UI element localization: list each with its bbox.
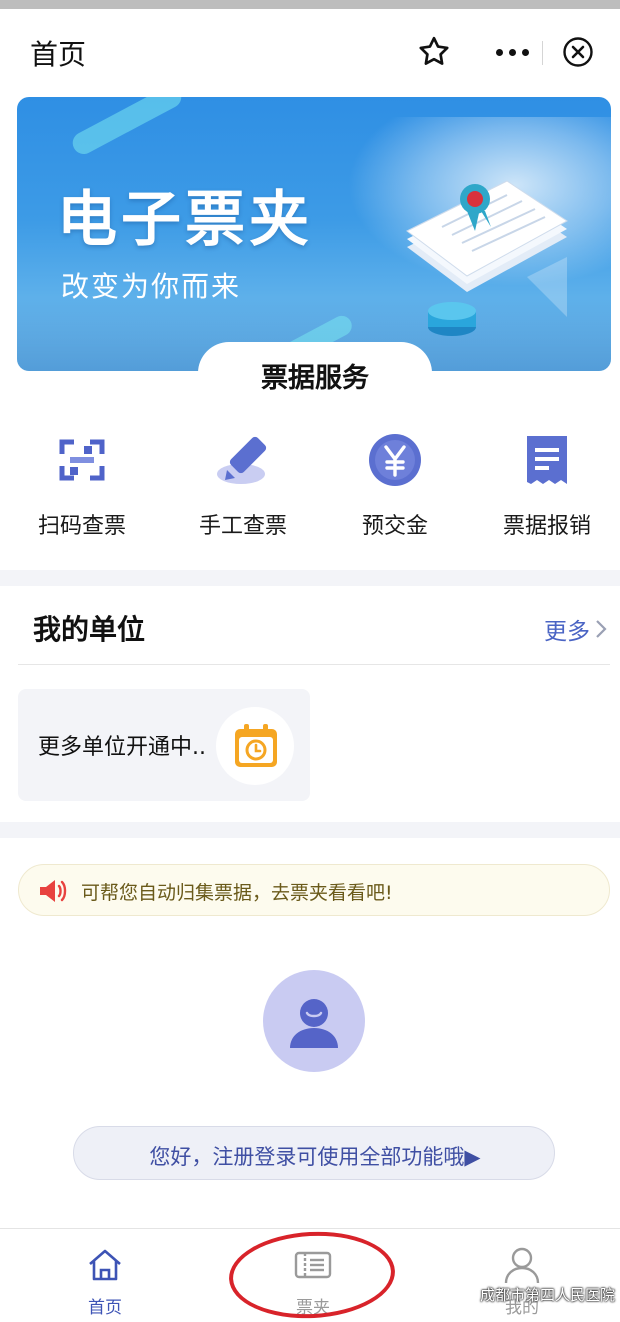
register-login-label: 您好，注册登录可使用全部功能哦▶ (149, 1145, 481, 1169)
banner-subtitle: 改变为你而来 (61, 270, 242, 303)
promo-banner[interactable]: 电子票夹 改变为你而来 (17, 97, 611, 371)
my-units-header: 我的单位 更多 (0, 586, 620, 666)
service-reimbursement[interactable]: 票据报销 (467, 430, 620, 550)
banner-stripe-decoration (68, 97, 186, 158)
watermark-text: 成都市第四人民医院 (480, 1286, 616, 1304)
service-label: 手工查票 (198, 514, 287, 539)
person-icon (504, 1247, 540, 1284)
units-more-label: 更多 (544, 619, 590, 645)
service-label: 票据报销 (502, 514, 591, 539)
unit-card[interactable]: 更多单位开通中.. (18, 689, 310, 801)
banner-title: 电子票夹 (57, 185, 313, 255)
notice-bar[interactable]: 可帮您自动归集票据，去票夹看看吧! (18, 864, 610, 916)
document-certificate-illustration (406, 180, 568, 336)
mini-program-navbar: 首页 (0, 9, 620, 91)
pen-edit-icon (217, 436, 267, 484)
more-dots-icon[interactable] (490, 37, 534, 67)
yen-coin-icon (369, 434, 421, 486)
unit-icon-badge (216, 707, 294, 785)
wechat-icon (452, 1285, 474, 1303)
register-login-button[interactable]: 您好，注册登录可使用全部功能哦▶ (73, 1126, 555, 1180)
capsule-menu (478, 27, 606, 77)
watermark: 成都市第四人民医院 (452, 1284, 615, 1305)
service-section-header: 票据服务 (198, 342, 432, 404)
user-avatar-icon (290, 999, 338, 1048)
service-label: 预交金 (361, 514, 428, 539)
units-divider-line (18, 664, 610, 665)
page-title: 首页 (30, 38, 87, 71)
user-avatar[interactable] (263, 970, 365, 1072)
service-manual-query[interactable]: 手工查票 (163, 430, 323, 550)
star-icon[interactable] (416, 34, 452, 70)
notice-text: 可帮您自动归集票据，去票夹看看吧! (81, 882, 393, 904)
section-divider (0, 822, 620, 838)
service-prepayment[interactable]: 预交金 (315, 430, 475, 550)
receipt-icon (527, 436, 567, 484)
service-scan-ticket[interactable]: 扫码查票 (2, 430, 162, 550)
chevron-right-icon (596, 620, 607, 638)
section-divider (0, 570, 620, 586)
close-circle-icon[interactable] (562, 36, 594, 68)
capsule-divider (542, 41, 543, 65)
home-icon (89, 1249, 121, 1281)
scan-qr-icon (59, 439, 105, 481)
status-strip (0, 0, 620, 9)
tab-home[interactable]: 首页 (45, 1239, 165, 1319)
service-label: 扫码查票 (37, 514, 126, 539)
tab-me[interactable]: 我的 (462, 1239, 582, 1319)
units-more-link[interactable]: 更多 (544, 612, 608, 646)
calendar-clock-icon (235, 724, 277, 767)
my-units-title: 我的单位 (33, 613, 146, 646)
tab-label: 首页 (88, 1298, 122, 1318)
service-grid: 扫码查票 手工查票 预交金 票据报销 (0, 430, 620, 570)
speaker-icon (40, 880, 67, 902)
unit-card-text: 更多单位开通中.. (38, 735, 206, 760)
service-section-title: 票据服务 (261, 363, 369, 394)
